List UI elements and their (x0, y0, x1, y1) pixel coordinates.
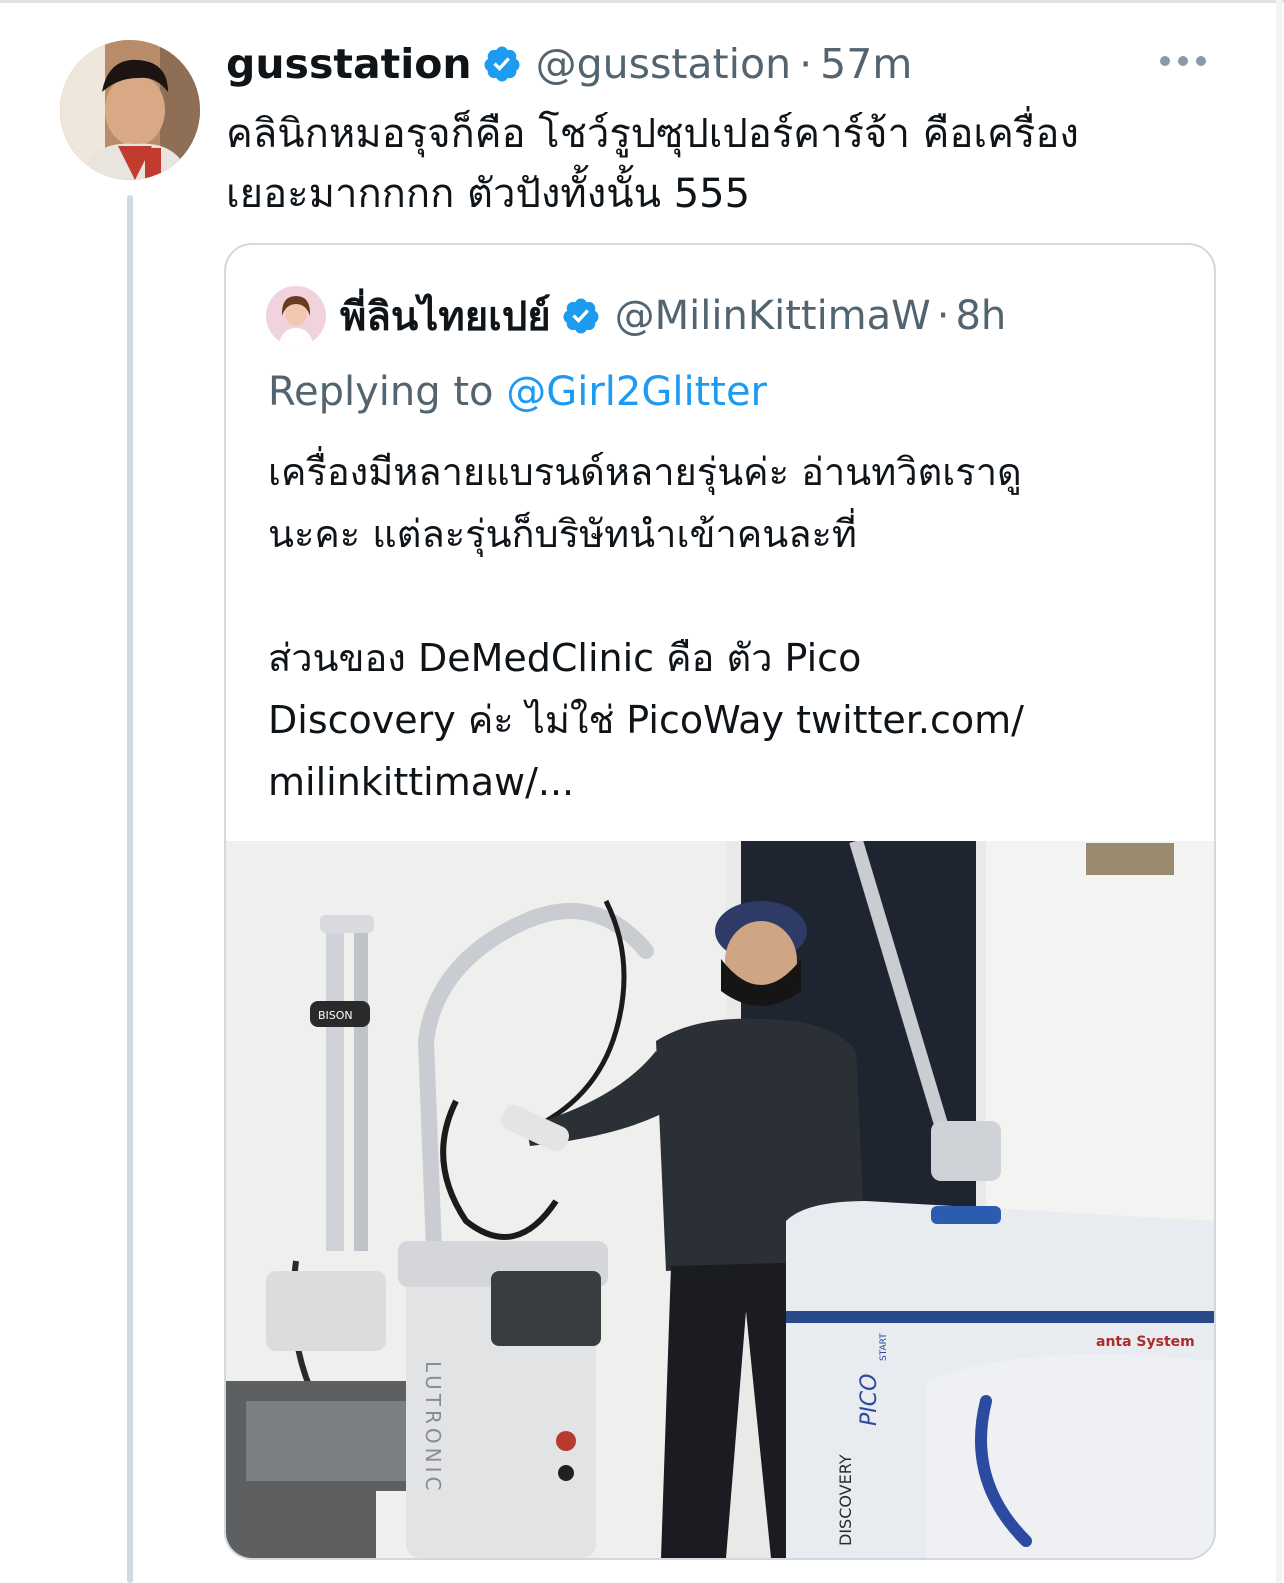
replying-to-label: Replying to (268, 369, 507, 415)
separator-dot: · (936, 293, 950, 339)
quoted-tweet-photo[interactable]: BISON LUTRONIC DISCOVERY PICO START anta… (226, 841, 1214, 1558)
quoted-timestamp[interactable]: 8h (955, 293, 1006, 339)
quoted-text-line: เครื่องมีหลายแบรนด์หลายรุ่นค่ะ อ่านทวิตเ… (268, 450, 1022, 494)
photo-label-quanta: anta System (1096, 1334, 1195, 1350)
verified-badge-icon (563, 298, 599, 334)
quoted-tweet-text: เครื่องมีหลายแบรนด์หลายรุ่นค่ะ อ่านทวิตเ… (268, 441, 1188, 813)
scrollbar-track[interactable] (1276, 0, 1282, 1583)
photo-label-start: START (879, 1333, 889, 1361)
photo-label-pico: PICO (857, 1374, 882, 1426)
replying-to-line: Replying to @Girl2Glitter (268, 369, 767, 415)
verified-badge-icon (484, 46, 520, 82)
tweet-timestamp[interactable]: 57m (820, 40, 912, 88)
thread-connector-line (127, 195, 133, 1583)
more-dot (1160, 56, 1170, 66)
photo-label-discovery: DISCOVERY (836, 1454, 855, 1546)
more-dot (1196, 56, 1206, 66)
quoted-tweet-header: พี่ลินไทยเปย์ @MilinKittimaW · 8h (266, 285, 1006, 347)
more-dot (1178, 56, 1188, 66)
tweet-text: คลินิกหมอรุจก็คือ โชว์รูปซุปเปอร์คาร์จ้า… (226, 104, 1226, 224)
author-avatar[interactable] (60, 40, 200, 180)
replying-to-handle-link[interactable]: @Girl2Glitter (506, 369, 767, 415)
photo-label-bison: BISON (318, 1009, 353, 1022)
quoted-author-avatar[interactable] (266, 286, 326, 346)
quoted-text-line: นะคะ แต่ละรุ่นก็บริษัทนำเข้าคนละที่ (268, 512, 857, 556)
tweet-text-line: เยอะมากกกก ตัวปังทั้งนั้น 555 (226, 171, 751, 217)
author-handle[interactable]: @gusstation (536, 40, 791, 88)
photo-label-lutronic: LUTRONIC (421, 1361, 445, 1494)
quoted-text-line: milinkittimaw/... (268, 760, 575, 804)
quoted-author-name[interactable]: พี่ลินไทยเปย์ (340, 284, 551, 348)
more-horizontal-icon[interactable] (1160, 52, 1212, 70)
quoted-text-line: ส่วนของ DeMedClinic คือ ตัว Pico (268, 636, 862, 680)
quoted-tweet-card[interactable]: พี่ลินไทยเปย์ @MilinKittimaW · 8h Replyi… (224, 243, 1216, 1560)
tweet-header: gusstation @gusstation · 57m (226, 34, 912, 94)
tweet-text-line: คลินิกหมอรุจก็คือ โชว์รูปซุปเปอร์คาร์จ้า… (226, 111, 1079, 157)
quoted-text-line: Discovery ค่ะ ไม่ใช่ PicoWay twitter.com… (268, 698, 1024, 742)
top-divider (0, 0, 1284, 3)
quoted-author-handle[interactable]: @MilinKittimaW (615, 293, 931, 339)
author-name[interactable]: gusstation (226, 40, 472, 88)
separator-dot: · (799, 40, 813, 88)
